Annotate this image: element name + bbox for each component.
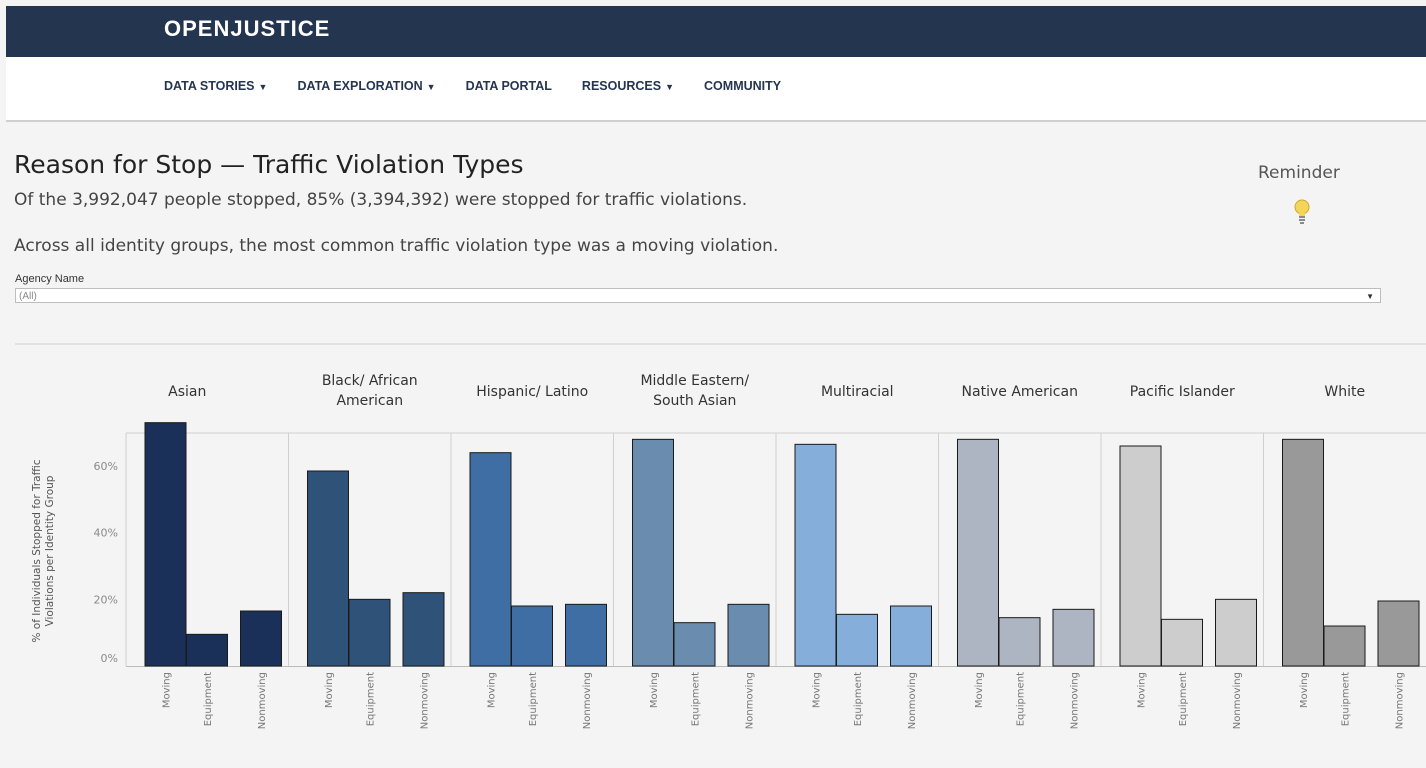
x-tick-label: Nonmoving xyxy=(1395,672,1406,729)
main-nav: DATA STORIES ▼ DATA EXPLORATION ▼ DATA POR… xyxy=(164,79,811,93)
bar xyxy=(890,605,932,667)
x-tick-label: Moving xyxy=(1137,672,1148,708)
page-title: Reason for Stop — Traffic Violation Type… xyxy=(14,150,524,179)
x-tick-label: Moving xyxy=(649,672,660,708)
nav-label: RESOURCES xyxy=(581,79,662,93)
agency-name-filter-label: Agency Name xyxy=(15,273,85,285)
bar xyxy=(1282,438,1324,667)
bar xyxy=(144,422,187,667)
x-tick-label: Equipment xyxy=(528,672,539,726)
x-tick-label: Moving xyxy=(974,672,985,708)
x-tick-label: Equipment xyxy=(1341,672,1352,726)
x-tick-label: Nonmoving xyxy=(582,672,593,729)
bar xyxy=(307,470,349,667)
y-axis-title: % of Individuals Stopped for TrafficViol… xyxy=(31,459,56,642)
nav-label: DATA STORIES xyxy=(164,79,255,93)
x-tick-label: Moving xyxy=(487,672,498,708)
group-header-label: Hispanic/ Latino xyxy=(476,384,588,400)
bar xyxy=(957,438,999,667)
x-tick-label: Nonmoving xyxy=(420,672,431,729)
group-header-label: Multiracial xyxy=(821,384,894,400)
nav-resources[interactable]: RESOURCES ▼ xyxy=(582,79,674,93)
page-subtitle-secondary: Across all identity groups, the most com… xyxy=(14,236,779,256)
group-header-label: White xyxy=(1324,384,1365,400)
chevron-down-icon: ▼ xyxy=(665,82,675,92)
group-header-label: Asian xyxy=(168,384,206,400)
x-tick-label: Moving xyxy=(812,672,823,708)
y-tick-label: 0% xyxy=(101,652,118,665)
nav-community[interactable]: COMMUNITY xyxy=(704,79,781,93)
bar xyxy=(1377,600,1420,667)
x-tick-label: Equipment xyxy=(1178,672,1189,726)
main-nav-bar: DATA STORIES ▼ DATA EXPLORATION ▼ DATA POR… xyxy=(6,57,1426,122)
chevron-down-icon: ▼ xyxy=(258,82,268,92)
bar xyxy=(469,452,512,667)
nav-label: DATA PORTAL xyxy=(465,79,552,93)
bar xyxy=(348,598,391,667)
bar xyxy=(1161,618,1203,667)
bar xyxy=(673,622,716,667)
group-header-label: Pacific Islander xyxy=(1130,384,1235,400)
bar xyxy=(565,603,607,667)
page-subtitle: Of the 3,992,047 people stopped, 85% (3,… xyxy=(14,190,748,210)
y-tick-label: 40% xyxy=(94,527,118,540)
bar xyxy=(727,603,770,667)
bar xyxy=(511,605,553,667)
bar xyxy=(1215,598,1257,667)
group-header-label: Black/ African American xyxy=(322,373,418,409)
bar xyxy=(240,610,282,667)
x-tick-label: Moving xyxy=(162,672,173,708)
x-tick-label: Equipment xyxy=(1016,672,1027,726)
bar xyxy=(998,617,1041,667)
top-header-bar: OPENJUSTICE xyxy=(6,6,1426,57)
x-tick-label: Equipment xyxy=(203,672,214,726)
x-tick-label: Moving xyxy=(1299,672,1310,708)
x-tick-label: Nonmoving xyxy=(1070,672,1081,729)
agency-name-filter-dropdown[interactable]: (All) ▼ xyxy=(15,288,1381,303)
bar xyxy=(402,592,445,667)
bar xyxy=(1052,608,1095,667)
chevron-down-icon: ▼ xyxy=(1366,292,1374,301)
bar xyxy=(632,438,674,667)
section-divider xyxy=(15,343,1426,345)
openjustice-logo[interactable]: OPENJUSTICE xyxy=(164,16,330,42)
x-tick-label: Equipment xyxy=(691,672,702,726)
nav-data-portal[interactable]: DATA PORTAL xyxy=(466,79,552,93)
traffic-violation-bar-chart: 0% 20% 40% 60% % of Individuals Stopped for … xyxy=(31,373,1426,729)
nav-data-stories[interactable]: DATA STORIES ▼ xyxy=(164,79,267,93)
x-tick-label: Equipment xyxy=(853,672,864,726)
bar xyxy=(1119,445,1162,667)
chevron-down-icon: ▼ xyxy=(426,82,436,92)
bar xyxy=(186,633,228,667)
reminder-label: Reminder xyxy=(1258,163,1340,183)
y-tick-label: 60% xyxy=(94,460,118,473)
x-tick-label: Equipment xyxy=(366,672,377,726)
x-tick-label: Nonmoving xyxy=(1232,672,1243,729)
nav-label: COMMUNITY xyxy=(704,79,782,93)
x-tick-label: Nonmoving xyxy=(257,672,268,729)
group-header-label: Native American xyxy=(962,384,1078,400)
bar xyxy=(1323,625,1366,667)
nav-label: DATA EXPLORATION xyxy=(297,79,423,93)
lightbulb-icon[interactable] xyxy=(1294,198,1310,226)
y-tick-label: 20% xyxy=(94,593,118,606)
nav-data-exploration[interactable]: DATA EXPLORATION ▼ xyxy=(297,79,435,93)
x-tick-label: Moving xyxy=(324,672,335,708)
bar xyxy=(836,613,878,667)
agency-name-filter-value: (All) xyxy=(19,291,37,302)
x-tick-label: Nonmoving xyxy=(907,672,918,729)
bar xyxy=(794,443,837,667)
x-tick-label: Nonmoving xyxy=(745,672,756,729)
group-header-label: Middle Eastern/South Asian xyxy=(640,373,749,409)
